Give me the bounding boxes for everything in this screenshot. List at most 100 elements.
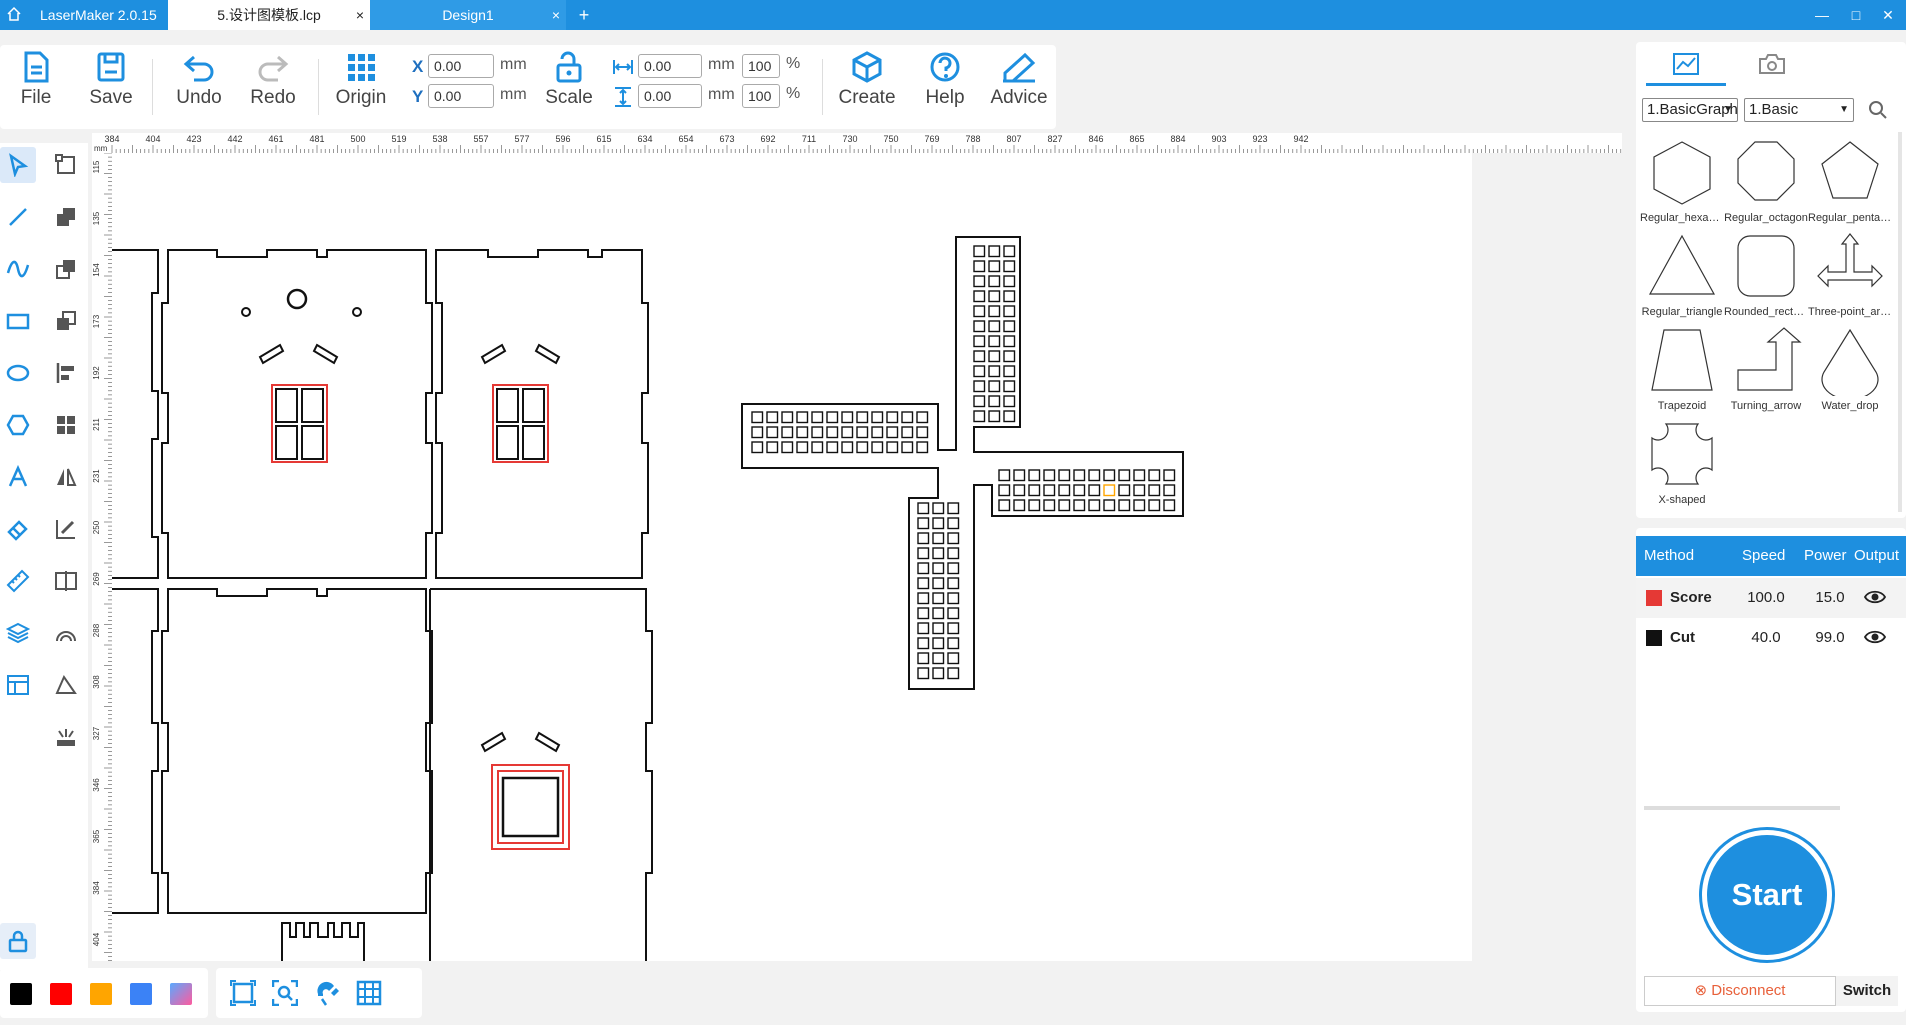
shape-regular-pentagon[interactable]: Regular_pentagon: [1808, 138, 1892, 230]
y-position-input[interactable]: [428, 84, 494, 108]
curve-tool[interactable]: [0, 251, 36, 287]
zoom-selection-icon[interactable]: [272, 980, 298, 1006]
select-tool[interactable]: [0, 147, 36, 183]
disconnect-button[interactable]: ⊗ Disconnect: [1644, 976, 1836, 1006]
eye-icon[interactable]: [1864, 588, 1886, 606]
ruler-tick-label: 673: [719, 134, 734, 144]
eraser-tool[interactable]: [0, 511, 36, 547]
laser-effect-tool[interactable]: [48, 719, 84, 755]
panel-door: [429, 588, 653, 961]
color-swatch-red[interactable]: [50, 983, 72, 1005]
shape-rounded-rectangle[interactable]: Rounded_rectangle: [1724, 232, 1808, 324]
perforation-hole: [886, 441, 899, 454]
design-canvas[interactable]: [112, 153, 1472, 961]
color-swatch-black[interactable]: [10, 983, 32, 1005]
width-input[interactable]: [638, 54, 702, 78]
redo-label: Redo: [250, 87, 296, 108]
width-percent-input[interactable]: [742, 54, 780, 78]
split-tool[interactable]: [48, 563, 84, 599]
file-button[interactable]: File: [3, 51, 69, 123]
shape-regular-octagon[interactable]: Regular_octagon: [1724, 138, 1808, 230]
grid-toggle-icon[interactable]: [356, 980, 382, 1006]
shape-panel-scrollbar[interactable]: [1898, 132, 1902, 512]
layer-name: Score: [1670, 589, 1712, 606]
redo-icon: [258, 55, 289, 82]
redo-button[interactable]: Redo: [240, 51, 306, 123]
x-position-input[interactable]: [428, 54, 494, 78]
canvas-tools: [216, 968, 422, 1018]
draw-tool[interactable]: [48, 511, 84, 547]
color-swatch-gradient[interactable]: [170, 983, 192, 1005]
shape-x-shaped[interactable]: X-shaped: [1640, 420, 1724, 512]
lock-tool[interactable]: [0, 923, 36, 959]
rectangle-tool[interactable]: [0, 303, 36, 339]
height-input[interactable]: [638, 84, 702, 108]
tab-close-icon[interactable]: ×: [552, 0, 560, 30]
home-icon[interactable]: [6, 6, 24, 24]
undo-button[interactable]: Undo: [166, 51, 232, 123]
ruler-tick-label: 769: [924, 134, 939, 144]
tab-design-template[interactable]: 5.设计图模板.lcp ×: [168, 0, 370, 30]
ellipse-icon: [6, 364, 30, 382]
perforation-hole: [1103, 484, 1116, 497]
tab-design1[interactable]: Design1 ×: [370, 0, 566, 30]
close-window-button[interactable]: ✕: [1872, 0, 1904, 30]
measure-tool[interactable]: [0, 563, 36, 599]
tab-close-icon[interactable]: ×: [356, 0, 364, 30]
create-button[interactable]: Create: [834, 51, 900, 123]
magnet-snap-icon[interactable]: [314, 980, 340, 1006]
progress-track: [1644, 806, 1840, 810]
perforation-hole: [766, 411, 779, 424]
line-tool[interactable]: [0, 199, 36, 235]
shape-three-point-arrow[interactable]: Three-point_arrow: [1808, 232, 1892, 324]
ruler-tick-label: 596: [555, 134, 570, 144]
perforation-hole: [973, 380, 986, 393]
tab-shapes[interactable]: [1646, 46, 1726, 86]
file-label: File: [20, 87, 52, 108]
start-button[interactable]: Start: [1702, 830, 1832, 960]
tab-camera[interactable]: [1732, 46, 1812, 86]
search-icon[interactable]: [1868, 100, 1888, 120]
minimize-button[interactable]: —: [1806, 0, 1838, 30]
node-edit-tool[interactable]: [48, 147, 84, 183]
switch-button[interactable]: Switch: [1836, 976, 1898, 1006]
subtract-tool[interactable]: [48, 251, 84, 287]
array-tool[interactable]: [48, 407, 84, 443]
polygon-tool[interactable]: [0, 407, 36, 443]
shape-regular-hexagon[interactable]: Regular_hexagon: [1640, 138, 1724, 230]
layer-row-cut[interactable]: Cut 40.0 99.0: [1636, 618, 1906, 658]
height-percent-input[interactable]: [742, 84, 780, 108]
fit-page-icon[interactable]: [230, 980, 256, 1006]
shape-trapezoid[interactable]: Trapezoid: [1640, 326, 1724, 418]
combine-tool[interactable]: [48, 199, 84, 235]
align-tool[interactable]: [48, 355, 84, 391]
maximize-button[interactable]: □: [1840, 0, 1872, 30]
perforation-hole: [947, 622, 960, 635]
eye-icon[interactable]: [1864, 628, 1886, 646]
shape-water-drop[interactable]: Water_drop: [1808, 326, 1892, 418]
scale-lock-button[interactable]: Scale: [536, 51, 602, 123]
category-select[interactable]: 1.BasicGraphics▼: [1642, 98, 1738, 122]
height-percent-sign: %: [786, 85, 801, 102]
top-ruler: mm 384 404 423 442 461 481 500 519 538 557 577 596 61…: [92, 133, 1622, 153]
save-button[interactable]: Save: [78, 51, 144, 123]
origin-button[interactable]: Origin: [328, 51, 394, 123]
ellipse-tool[interactable]: [0, 355, 36, 391]
text-tool[interactable]: [0, 459, 36, 495]
offset-tool[interactable]: [48, 615, 84, 651]
layer-row-score[interactable]: Score 100.0 15.0: [1636, 578, 1906, 618]
help-button[interactable]: Help: [912, 51, 978, 123]
template-tool[interactable]: [0, 667, 36, 703]
add-tab-button[interactable]: +: [574, 0, 594, 30]
help-label: Help: [925, 87, 965, 108]
mirror-tool[interactable]: [48, 459, 84, 495]
subcategory-select[interactable]: 1.Basic ▼: [1744, 98, 1854, 122]
color-swatch-blue[interactable]: [130, 983, 152, 1005]
intersect-tool[interactable]: [48, 303, 84, 339]
shape-turning-arrow[interactable]: Turning_arrow: [1724, 326, 1808, 418]
shape-regular-triangle[interactable]: Regular_triangle: [1640, 232, 1724, 324]
color-swatch-orange[interactable]: [90, 983, 112, 1005]
layers-tool[interactable]: [0, 615, 36, 651]
advice-button[interactable]: Advice: [986, 51, 1052, 123]
bend-tool[interactable]: [48, 667, 84, 703]
